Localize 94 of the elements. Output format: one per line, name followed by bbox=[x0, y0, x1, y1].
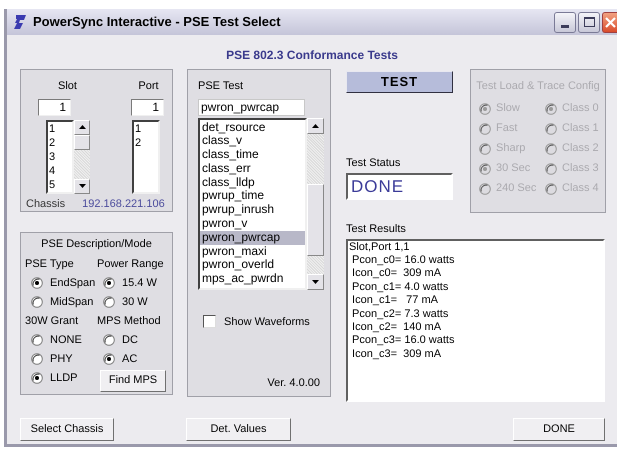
test-status-label: Test Status bbox=[346, 156, 402, 171]
port-label: Port bbox=[138, 79, 159, 94]
radio-button[interactable] bbox=[103, 277, 115, 289]
radio-label: EndSpan bbox=[50, 276, 96, 291]
close-button[interactable] bbox=[602, 12, 617, 32]
pse-test-list[interactable]: det_rsource class_v class_time class_err class_lldp pwrup_time pwrup_inrush pwron_v pwron_pwrcap pwron_maxi pwron_overld mps_ac_pwrdn bbox=[198, 118, 307, 290]
scroll-up-button[interactable] bbox=[307, 118, 324, 134]
list-item[interactable]: 2 bbox=[48, 136, 72, 150]
chassis-label: Chassis bbox=[26, 196, 66, 212]
slot-label: Slot bbox=[58, 79, 77, 94]
list-item[interactable]: mps_ac_pwrdn bbox=[200, 272, 305, 286]
result-line: Icon_c3= 309 mA bbox=[351, 348, 442, 362]
done-button[interactable]: DONE bbox=[513, 418, 605, 440]
scrollbar[interactable] bbox=[307, 118, 324, 290]
radio-label: NONE bbox=[50, 332, 82, 348]
port-list[interactable]: 1 2 bbox=[132, 120, 160, 194]
list-item[interactable]: pwrup_inrush bbox=[200, 203, 305, 218]
option-group-label: PSE Type bbox=[25, 256, 75, 272]
result-line: Pcon_c0= 16.0 watts bbox=[351, 254, 456, 268]
scroll-thumb[interactable] bbox=[74, 134, 90, 150]
app-icon bbox=[13, 14, 27, 30]
scroll-up-button[interactable] bbox=[74, 120, 90, 134]
radio-button[interactable] bbox=[31, 296, 43, 308]
list-item[interactable]: 4 bbox=[48, 164, 72, 178]
minimize-button[interactable] bbox=[554, 12, 576, 32]
down-arrow-icon bbox=[312, 280, 319, 284]
pse-test-label: PSE Test bbox=[198, 79, 244, 94]
close-icon bbox=[605, 16, 616, 28]
test-button[interactable]: TEST bbox=[346, 71, 453, 93]
result-line: Icon_c0= 309 mA bbox=[351, 267, 442, 281]
result-line: Slot,Port 1,1 bbox=[349, 240, 411, 254]
list-item[interactable]: 5 bbox=[48, 178, 72, 192]
option-group-label: 30W Grant bbox=[25, 314, 80, 328]
list-item[interactable]: 2 bbox=[134, 136, 158, 150]
show-waveforms-checkbox[interactable] bbox=[203, 315, 216, 328]
list-item[interactable]: 3 bbox=[48, 150, 72, 164]
slot-field[interactable]: 1 bbox=[38, 98, 71, 116]
list-item[interactable]: 1 bbox=[134, 122, 158, 136]
result-line: Pcon_c2= 7.3 watts bbox=[351, 308, 450, 321]
option-group-label: Power Range bbox=[97, 256, 165, 272]
radio-button[interactable] bbox=[31, 334, 43, 346]
radio-label: 30 W bbox=[122, 294, 148, 310]
list-item[interactable]: pwrup_time bbox=[200, 189, 305, 204]
scroll-down-button[interactable] bbox=[307, 274, 324, 290]
radio-label: MidSpan bbox=[50, 294, 94, 310]
show-waveforms-label: Show Waveforms bbox=[224, 314, 310, 330]
option-group-label: MPS Method bbox=[97, 314, 162, 328]
maximize-icon bbox=[584, 17, 594, 27]
radio-button[interactable] bbox=[103, 334, 115, 346]
test-results-label: Test Results bbox=[346, 222, 407, 237]
radio-label: DC bbox=[122, 332, 138, 348]
radio-label: AC bbox=[122, 352, 138, 367]
list-item[interactable]: class_time bbox=[200, 148, 305, 162]
radio-label: LLDP bbox=[50, 370, 78, 386]
result-line: Icon_c1= 77 mA bbox=[351, 294, 439, 308]
list-item[interactable]: class_err bbox=[200, 162, 305, 176]
down-arrow-icon bbox=[78, 184, 86, 188]
maximize-button[interactable] bbox=[578, 12, 600, 32]
scrollbar[interactable] bbox=[74, 120, 90, 194]
list-item[interactable]: det_rsource bbox=[200, 120, 305, 134]
window-title: PowerSync Interactive - PSE Test Select bbox=[33, 13, 281, 32]
radio-button[interactable] bbox=[103, 296, 115, 308]
group-title: PSE Description/Mode bbox=[40, 237, 153, 252]
find-mps-button[interactable]: Find MPS bbox=[100, 370, 166, 392]
list-item[interactable]: pwron_overld bbox=[200, 258, 305, 272]
up-arrow-icon bbox=[312, 124, 319, 128]
pse-test-field[interactable]: pwron_pwrcap bbox=[198, 98, 305, 116]
version-label: Ver. 4.0.00 bbox=[267, 376, 320, 390]
radio-label: PHY bbox=[50, 352, 73, 367]
radio-button[interactable] bbox=[31, 353, 43, 365]
scroll-thumb[interactable] bbox=[307, 184, 324, 256]
list-item[interactable]: pwron_pwrcap bbox=[200, 230, 305, 245]
select-chassis-button[interactable]: Select Chassis bbox=[20, 418, 114, 440]
up-arrow-icon bbox=[78, 125, 86, 129]
port-field[interactable]: 1 bbox=[131, 98, 164, 116]
minimize-icon bbox=[561, 24, 569, 28]
slot-list[interactable]: 1 2 3 4 5 bbox=[46, 120, 74, 194]
det-values-button[interactable]: Det. Values bbox=[186, 418, 291, 440]
result-line: Pcon_c3= 16.0 watts bbox=[351, 334, 456, 348]
test-status-field: DONE bbox=[346, 172, 453, 200]
list-item[interactable]: 1 bbox=[48, 122, 72, 136]
radio-label: 15.4 W bbox=[122, 276, 157, 291]
dialog-heading: PSE 802.3 Conformance Tests bbox=[225, 47, 399, 64]
list-item[interactable]: pwron_maxi bbox=[200, 244, 305, 258]
radio-button[interactable] bbox=[31, 372, 43, 384]
scroll-down-button[interactable] bbox=[74, 178, 90, 194]
result-line: Pcon_c1= 4.0 watts bbox=[351, 280, 450, 294]
radio-button[interactable] bbox=[31, 277, 43, 289]
radio-button[interactable] bbox=[103, 353, 115, 365]
list-item[interactable]: pwron_v bbox=[200, 217, 305, 231]
list-item[interactable]: class_lldp bbox=[200, 176, 305, 190]
result-line: Icon_c2= 140 mA bbox=[351, 320, 442, 334]
chassis-address: 192.168.221.106 bbox=[82, 196, 165, 212]
list-item[interactable]: class_v bbox=[200, 134, 305, 148]
